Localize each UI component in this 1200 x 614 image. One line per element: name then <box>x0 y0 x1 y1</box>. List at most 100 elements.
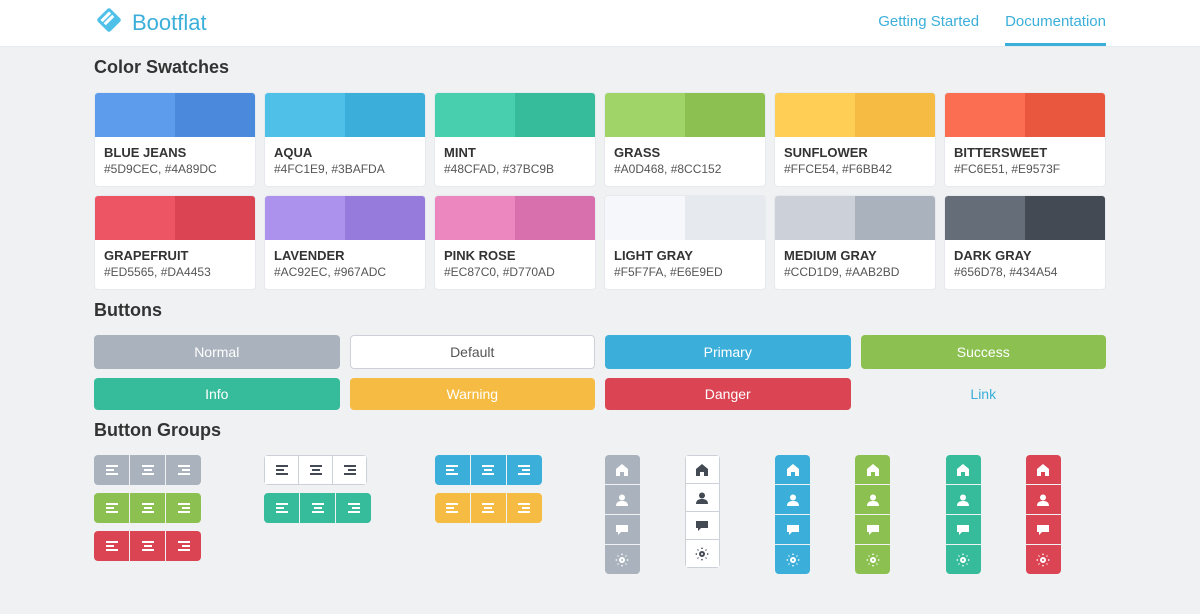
align-left-icon <box>275 463 289 477</box>
group-button-home[interactable] <box>855 455 890 484</box>
group-button-align-center[interactable] <box>298 455 333 485</box>
group-button-comment[interactable] <box>946 515 981 544</box>
swatch-codes: #AC92EC, #967ADC <box>274 265 416 279</box>
align-right-icon <box>177 501 191 515</box>
swatch-info: BLUE JEANS #5D9CEC, #4A89DC <box>95 137 255 186</box>
swatch-info: AQUA#4FC1E9, #3BAFDA <box>265 137 425 186</box>
swatch-pink-rose: PINK ROSE#EC87C0, #D770AD <box>434 195 596 290</box>
group-button-align-left[interactable] <box>94 531 129 561</box>
group-button-align-left[interactable] <box>435 493 470 523</box>
group-button-comment[interactable] <box>855 515 890 544</box>
topbar: Bootflat Getting Started Documentation <box>0 0 1200 47</box>
swatch-grapefruit: GRAPEFRUIT#ED5565, #DA4453 <box>94 195 256 290</box>
group-button-user[interactable] <box>775 485 810 514</box>
swatch-color-preview <box>605 93 765 137</box>
button-group-success-vertical <box>855 455 890 574</box>
group-button-home[interactable] <box>1026 455 1061 484</box>
swatch-color-dark <box>685 196 765 240</box>
swatch-aqua: AQUA#4FC1E9, #3BAFDA <box>264 92 426 187</box>
home-icon <box>866 463 880 477</box>
group-button-cog[interactable] <box>605 545 640 574</box>
group-button-cog[interactable] <box>946 545 981 574</box>
button-success[interactable]: Success <box>861 335 1107 369</box>
button-link[interactable]: Link <box>861 378 1107 410</box>
swatch-codes: #CCD1D9, #AAB2BD <box>784 265 926 279</box>
swatch-info: GRAPEFRUIT#ED5565, #DA4453 <box>95 240 255 289</box>
group-button-align-center[interactable] <box>130 493 165 523</box>
swatch-color-preview <box>95 93 255 137</box>
group-button-home[interactable] <box>946 455 981 484</box>
button-default[interactable]: Default <box>350 335 596 369</box>
group-button-cog[interactable] <box>775 545 810 574</box>
group-button-home[interactable] <box>775 455 810 484</box>
group-button-align-left[interactable] <box>94 455 129 485</box>
group-button-comment[interactable] <box>685 511 720 540</box>
swatch-color-light <box>605 93 685 137</box>
group-button-cog[interactable] <box>855 545 890 574</box>
group-button-align-right[interactable] <box>332 455 367 485</box>
group-button-align-left[interactable] <box>94 493 129 523</box>
group-button-align-center[interactable] <box>471 455 506 485</box>
swatch-info: BITTERSWEET#FC6E51, #E9573F <box>945 137 1105 186</box>
group-button-align-left[interactable] <box>435 455 470 485</box>
button-group-primary-vertical <box>775 455 810 574</box>
group-button-align-right[interactable] <box>507 455 542 485</box>
swatch-color-dark <box>175 93 255 137</box>
swatch-color-preview <box>775 196 935 240</box>
group-button-align-right[interactable] <box>166 455 201 485</box>
swatch-name: BLUE JEANS <box>104 145 246 160</box>
align-right-icon <box>347 501 361 515</box>
group-button-home[interactable] <box>605 455 640 484</box>
nav-documentation[interactable]: Documentation <box>1005 0 1106 46</box>
buttons-row-1: Normal Default Primary Success <box>94 335 1106 369</box>
group-button-align-center[interactable] <box>130 455 165 485</box>
button-group-danger-horizontal <box>94 531 201 561</box>
swatch-sunflower: SUNFLOWER#FFCE54, #F6BB42 <box>774 92 936 187</box>
button-danger[interactable]: Danger <box>605 378 851 410</box>
swatch-color-preview <box>95 196 255 240</box>
group-button-comment[interactable] <box>775 515 810 544</box>
brand-text: Bootflat <box>132 10 207 36</box>
swatch-codes: #5D9CEC, #4A89DC <box>104 162 246 176</box>
align-center-icon <box>311 501 325 515</box>
swatch-color-preview <box>435 93 595 137</box>
group-button-align-right[interactable] <box>166 531 201 561</box>
buttons-row-2: Info Warning Danger Link <box>94 378 1106 410</box>
group-button-align-right[interactable] <box>336 493 371 523</box>
group-button-comment[interactable] <box>605 515 640 544</box>
home-icon <box>695 463 709 477</box>
group-button-align-center[interactable] <box>471 493 506 523</box>
group-button-align-center[interactable] <box>300 493 335 523</box>
group-button-user[interactable] <box>855 485 890 514</box>
group-button-cog[interactable] <box>685 539 720 568</box>
group-button-comment[interactable] <box>1026 515 1061 544</box>
group-button-home[interactable] <box>685 455 720 484</box>
swatch-name: MINT <box>444 145 586 160</box>
group-button-align-right[interactable] <box>166 493 201 523</box>
button-groups-grid <box>94 455 1106 574</box>
button-primary[interactable]: Primary <box>605 335 851 369</box>
swatch-name: LIGHT GRAY <box>614 248 756 263</box>
group-button-align-left[interactable] <box>264 493 299 523</box>
button-group-success-horizontal <box>94 493 201 523</box>
group-button-user[interactable] <box>1026 485 1061 514</box>
swatch-name: MEDIUM GRAY <box>784 248 926 263</box>
button-warning[interactable]: Warning <box>350 378 596 410</box>
group-button-align-right[interactable] <box>507 493 542 523</box>
button-info[interactable]: Info <box>94 378 340 410</box>
comment-icon <box>615 523 629 537</box>
swatch-color-light <box>435 196 515 240</box>
brand[interactable]: Bootflat <box>94 5 207 41</box>
group-button-cog[interactable] <box>1026 545 1061 574</box>
nav-getting-started[interactable]: Getting Started <box>878 0 979 46</box>
align-center-icon <box>309 463 323 477</box>
button-normal[interactable]: Normal <box>94 335 340 369</box>
group-button-user[interactable] <box>605 485 640 514</box>
swatch-name: GRAPEFRUIT <box>104 248 246 263</box>
brand-logo-icon <box>94 5 124 41</box>
group-button-user[interactable] <box>685 483 720 512</box>
button-group-normal-horizontal <box>94 455 201 485</box>
group-button-user[interactable] <box>946 485 981 514</box>
group-button-align-center[interactable] <box>130 531 165 561</box>
group-button-align-left[interactable] <box>264 455 299 485</box>
